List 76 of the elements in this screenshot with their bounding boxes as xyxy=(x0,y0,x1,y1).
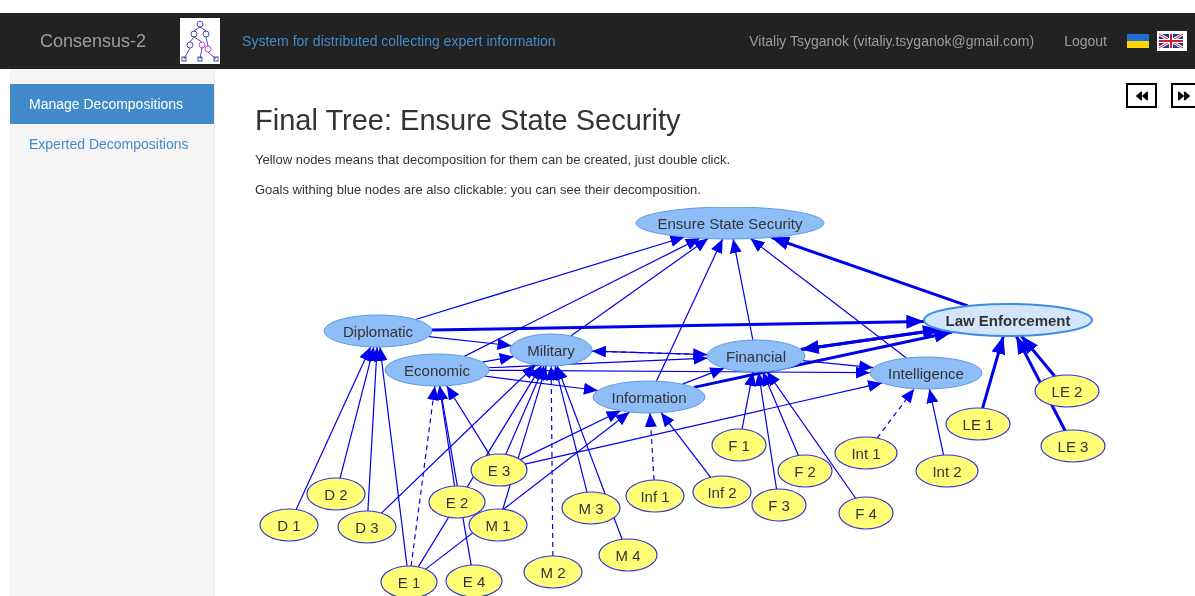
goal-node[interactable] xyxy=(592,380,706,414)
node-label: LE 1 xyxy=(962,415,994,433)
node-label: Ensure State Security xyxy=(657,214,803,232)
node-label: Intelligence xyxy=(888,364,964,382)
hint-text: Yellow nodes means that decomposition for them can be created, just double click. xyxy=(255,151,731,169)
leaf-node[interactable] xyxy=(625,479,685,513)
hint-text: Goals withing blue nodes are also clickable: you can see their decomposition. xyxy=(255,180,702,199)
logout-link[interactable]: Logout xyxy=(1064,30,1107,52)
node-label: F 2 xyxy=(794,462,816,480)
node-label: M 3 xyxy=(578,499,604,517)
leaf-node[interactable] xyxy=(945,407,1011,441)
goal-node[interactable] xyxy=(384,353,490,387)
node-label: E 1 xyxy=(397,573,421,591)
node-label: Information xyxy=(611,388,687,406)
node-label: D 2 xyxy=(324,485,348,503)
leaf-node[interactable] xyxy=(523,555,583,589)
node-label: Inf 2 xyxy=(707,483,737,501)
goal-node[interactable] xyxy=(923,303,1093,337)
node-label: F 1 xyxy=(728,436,750,454)
node-label: F 3 xyxy=(768,496,790,514)
leaf-node[interactable] xyxy=(337,510,397,544)
leaf-node[interactable] xyxy=(380,565,438,596)
node-label: Diplomatic xyxy=(343,322,413,340)
goal-node[interactable] xyxy=(869,356,983,390)
leaf-node[interactable] xyxy=(1040,429,1106,463)
logo-icon xyxy=(180,18,221,64)
sidebar-item[interactable]: Experted Decompositions xyxy=(10,124,214,164)
node-label: M 1 xyxy=(485,516,511,534)
goal-node[interactable] xyxy=(635,207,825,240)
leaf-node[interactable] xyxy=(915,454,979,488)
goal-node[interactable] xyxy=(509,333,593,367)
node-label: Economic xyxy=(404,361,470,379)
rewind-icon xyxy=(1135,89,1148,102)
leaf-node[interactable] xyxy=(561,491,621,525)
node-label: Int 1 xyxy=(851,444,881,462)
brand-link[interactable]: Consensus-2 xyxy=(40,27,147,55)
leaf-node[interactable] xyxy=(598,538,658,572)
leaf-node[interactable] xyxy=(428,485,486,519)
leaf-node[interactable] xyxy=(751,488,807,522)
node-label: M 2 xyxy=(540,563,566,581)
node-label: LE 3 xyxy=(1057,437,1089,455)
node-label: Financial xyxy=(726,347,786,365)
user-name: Vitaliy Tsyganok (vitaliy.tsyganok@gmail.com) xyxy=(749,31,1035,51)
node-label: E 4 xyxy=(462,572,486,590)
tagline-link[interactable]: System for distributed collecting expert information xyxy=(242,30,556,52)
leaf-node[interactable] xyxy=(834,436,898,470)
node-label: Law Enforcement xyxy=(945,311,1071,329)
previous-button[interactable] xyxy=(1126,83,1157,108)
leaf-node[interactable] xyxy=(468,508,528,542)
node-label: F 4 xyxy=(855,504,877,522)
node-label: E 3 xyxy=(487,461,511,479)
node-label: LE 2 xyxy=(1051,382,1083,400)
leaf-node[interactable] xyxy=(711,428,767,462)
leaf-node[interactable] xyxy=(445,564,503,596)
uk-flag-icon[interactable] xyxy=(1157,31,1187,51)
node-label: Military xyxy=(527,341,575,359)
node-label: D 1 xyxy=(277,516,301,534)
page-title: Final Tree: Ensure State Security xyxy=(255,103,682,138)
leaf-node[interactable] xyxy=(470,453,528,487)
leaf-node[interactable] xyxy=(838,496,894,530)
goal-node[interactable] xyxy=(706,339,806,373)
leaf-node[interactable] xyxy=(306,477,366,511)
node-label: D 3 xyxy=(355,518,379,536)
leaf-node[interactable] xyxy=(259,508,319,542)
leaf-node[interactable] xyxy=(1034,374,1100,408)
node-label: M 4 xyxy=(615,546,641,564)
node-label: Int 2 xyxy=(932,462,962,480)
node-label: Inf 1 xyxy=(640,487,670,505)
node-label: E 2 xyxy=(445,493,469,511)
leaf-node[interactable] xyxy=(692,475,752,509)
next-button[interactable] xyxy=(1171,83,1195,108)
goal-node[interactable] xyxy=(323,314,433,348)
fast-forward-icon xyxy=(1178,89,1190,102)
ukraine-flag-icon[interactable] xyxy=(1127,34,1149,48)
sidebar-item[interactable]: Manage Decompositions xyxy=(10,84,214,124)
leaf-node[interactable] xyxy=(777,454,833,488)
